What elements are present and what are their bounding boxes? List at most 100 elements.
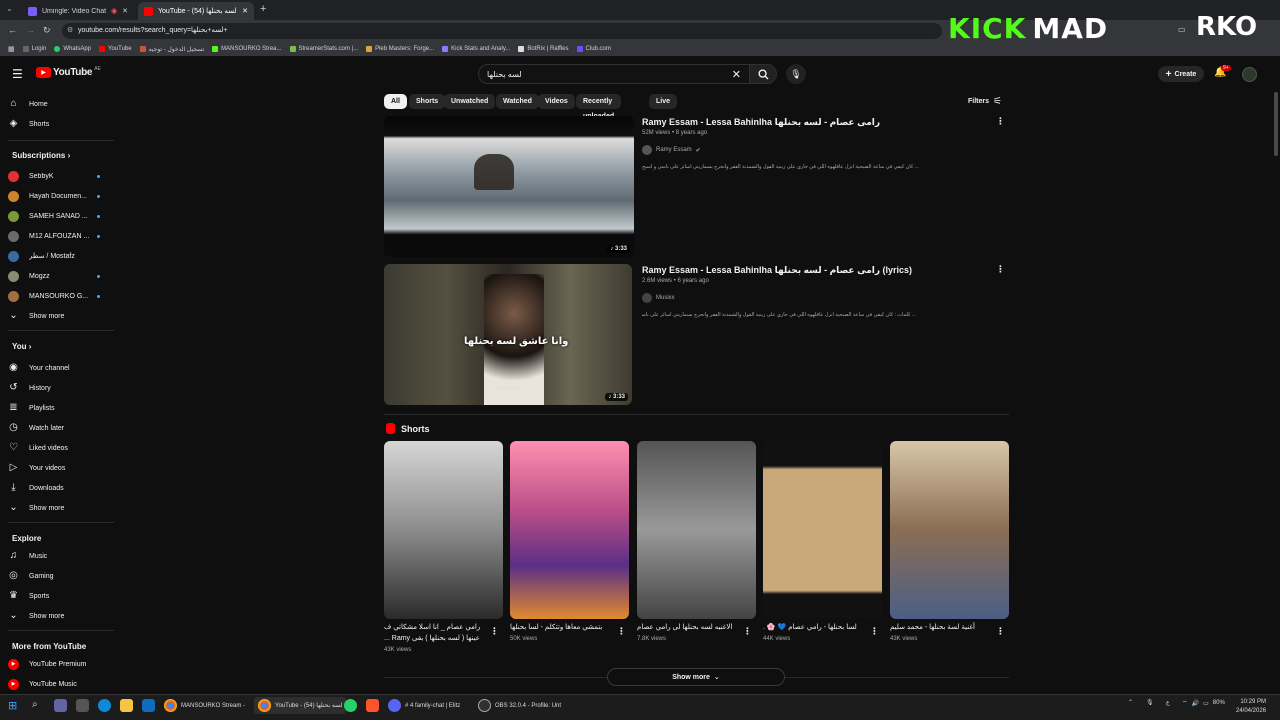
- subscriptions-header[interactable]: Subscriptions ›: [12, 151, 70, 160]
- show-more-button[interactable]: Show more ⌄: [607, 668, 785, 686]
- tab-search-icon[interactable]: ⌄: [6, 4, 13, 13]
- reload-icon[interactable]: ↻: [43, 25, 51, 36]
- taskbar-app-discord[interactable]: # 4 family-chat | Elitz: [388, 699, 460, 712]
- bookmark-kickstats[interactable]: Kick Stats and Analy...: [442, 46, 510, 52]
- forward-icon[interactable]: →: [26, 25, 35, 35]
- scrollbar-thumb[interactable]: [1274, 92, 1278, 156]
- taskbar-pinned-4[interactable]: [120, 699, 133, 712]
- clear-search-icon[interactable]: ✕: [732, 68, 741, 81]
- language-indicator[interactable]: ع: [1166, 699, 1170, 706]
- close-tab-icon[interactable]: ✕: [122, 7, 128, 15]
- bookmark-botrix[interactable]: BotRix | Raffles: [518, 46, 569, 52]
- sidebar-item-sports[interactable]: ♛ Sports: [8, 587, 114, 605]
- chip-videos[interactable]: Videos: [538, 94, 575, 109]
- sidebar-item-history[interactable]: ↺ History: [8, 379, 114, 397]
- taskbar-pinned-2[interactable]: [76, 699, 89, 712]
- subscription-item[interactable]: سطر / Mostafz: [8, 247, 114, 265]
- short-title[interactable]: الاغنيه لسه بحنلها لى رامي عصام: [637, 622, 741, 633]
- filters-button[interactable]: Filters ⚟: [968, 96, 1002, 107]
- sidebar-item-watch-later[interactable]: ◷ Watch later: [8, 419, 114, 437]
- tab-umingle[interactable]: Umingle: Video Chat with S ◉ ✕: [22, 2, 134, 20]
- subscription-item[interactable]: MANSOURKO G...: [8, 287, 114, 305]
- start-button[interactable]: ⊞: [8, 699, 17, 712]
- avatar[interactable]: [1242, 67, 1257, 82]
- short-thumbnail[interactable]: [384, 441, 503, 619]
- video-thumbnail[interactable]: ♪ 3:33: [384, 116, 634, 257]
- search-button[interactable]: [749, 64, 777, 84]
- more-actions-icon[interactable]: ⋮: [996, 116, 1005, 127]
- tray-icons[interactable]: ⌔ 🔊 ▭ 80%: [1182, 699, 1225, 707]
- bookmark-pleb[interactable]: Pleb Masters: Forge...: [366, 46, 434, 52]
- bookmark-login[interactable]: Login: [22, 46, 46, 52]
- subscription-item[interactable]: Hayah Documen...: [8, 187, 114, 205]
- apps-icon[interactable]: ▦: [8, 45, 15, 53]
- taskbar-pinned-3[interactable]: [98, 699, 111, 712]
- subscription-item[interactable]: SAMEH SANAD ...: [8, 207, 114, 225]
- you-header[interactable]: You ›: [12, 342, 31, 351]
- more-from-youtube-header[interactable]: More from YouTube: [12, 642, 86, 651]
- bookmark-login-ar[interactable]: تسجيل الدخول - توجيه: [139, 46, 204, 53]
- back-icon[interactable]: ←: [8, 25, 17, 35]
- sidebar-item-download[interactable]: ⤓ Downloads: [8, 479, 114, 497]
- search-input[interactable]: لسه بحنلها ✕: [478, 64, 750, 84]
- taskbar-pinned-5[interactable]: [142, 699, 155, 712]
- short-thumbnail[interactable]: [763, 441, 882, 619]
- bookmark-whatsapp[interactable]: WhatsApp: [54, 46, 91, 52]
- explore-header[interactable]: Explore: [12, 534, 41, 543]
- notifications-button[interactable]: 🔔 9+: [1214, 65, 1231, 78]
- short-more-icon[interactable]: ⋮: [996, 626, 1005, 637]
- short-title[interactable]: رامي عصام _ انا اسلا مشكاتي ف عينها ( لس…: [384, 622, 488, 644]
- sidebar-item-youtube-product[interactable]: ▶ YouTube Premium: [8, 655, 114, 673]
- address-bar[interactable]: ⚙ youtube.com/results?search_query=لسه+ب…: [62, 23, 942, 39]
- more-actions-icon[interactable]: ⋮: [996, 264, 1005, 275]
- chip-recently-uploaded[interactable]: Recently uploaded: [576, 94, 622, 120]
- short-more-icon[interactable]: ⋮: [617, 626, 626, 637]
- close-tab-icon[interactable]: ✕: [242, 7, 248, 15]
- clock[interactable]: 10:29 PM 24/04/2026: [1236, 698, 1266, 716]
- sidebar-item-like[interactable]: ♡ Liked videos: [8, 439, 114, 457]
- bookmark-streamerstats[interactable]: StreamerStats.com |...: [289, 46, 358, 52]
- short-more-icon[interactable]: ⋮: [490, 626, 499, 637]
- short-title[interactable]: بتمشي معاها وتتكلم - لسا بحنلها: [510, 622, 614, 633]
- show-more-button[interactable]: ⌄ Show more: [8, 307, 114, 325]
- taskbar-brave[interactable]: [366, 699, 379, 712]
- subscription-item[interactable]: SebbyK: [8, 167, 114, 185]
- bookmark-club[interactable]: Club.com: [576, 46, 611, 52]
- video-title[interactable]: Ramy Essam - Lessa Bahinlha رامى عصام - …: [642, 117, 880, 128]
- short-title[interactable]: لسا بحنلها - رامي عصام 💙 🌸 .: [763, 622, 867, 633]
- short-thumbnail[interactable]: [637, 441, 756, 619]
- voice-search-button[interactable]: 🎙: [786, 64, 806, 84]
- new-tab-button[interactable]: +: [260, 3, 266, 15]
- taskbar-app-chrome-1[interactable]: MANSOURKO Stream -: [164, 699, 245, 712]
- sidebar-item-home[interactable]: ⌂ Home: [8, 95, 114, 113]
- taskbar-pinned-1[interactable]: [54, 699, 67, 712]
- sidebar-item-youtube-product[interactable]: ▶ YouTube Music: [8, 675, 114, 693]
- create-button[interactable]: + Create: [1158, 66, 1204, 82]
- cast-icon[interactable]: ▭: [1178, 25, 1186, 34]
- chip-watched[interactable]: Watched: [496, 94, 539, 109]
- tray-chevron-icon[interactable]: ⌃: [1128, 699, 1133, 706]
- short-more-icon[interactable]: ⋮: [870, 626, 879, 637]
- sidebar-item-playlists[interactable]: ≣ Playlists: [8, 399, 114, 417]
- taskbar-search[interactable]: ⌕: [32, 699, 38, 710]
- chip-shorts[interactable]: Shorts: [409, 94, 446, 109]
- site-info-icon[interactable]: ⚙: [67, 23, 73, 39]
- show-more-button[interactable]: ⌄ Show more: [8, 607, 114, 625]
- channel-link[interactable]: Ramy Essam ✔: [642, 145, 701, 155]
- chip-live[interactable]: Live: [649, 94, 678, 109]
- sidebar-item-your-videos[interactable]: ▷ Your videos: [8, 459, 114, 477]
- video-title[interactable]: Ramy Essam - Lessa Bahinlha رامى عصام - …: [642, 265, 912, 276]
- taskbar-app-obs[interactable]: OBS 32.0.4 - Profile: Unt: [478, 699, 561, 712]
- short-thumbnail[interactable]: [510, 441, 629, 619]
- bookmark-youtube[interactable]: YouTube: [99, 46, 132, 52]
- taskbar-whatsapp[interactable]: [344, 699, 357, 712]
- sidebar-item-channel[interactable]: ◉ Your channel: [8, 359, 114, 377]
- short-title[interactable]: أغنية لسة بحنلها - محمد سليم: [890, 622, 994, 633]
- chip-unwatched[interactable]: Unwatched: [444, 94, 496, 109]
- short-thumbnail[interactable]: [890, 441, 1009, 619]
- video-thumbnail[interactable]: وانا عاشق لسه بحنلها Musixx ♪ 3:33: [384, 264, 632, 405]
- show-more-button[interactable]: ⌄ Show more: [8, 499, 114, 517]
- scrollbar[interactable]: [1274, 62, 1278, 694]
- tab-youtube[interactable]: YouTube - لسه بحنلها (54) ✕: [138, 2, 254, 20]
- tray-mic-icon[interactable]: 🎙: [1146, 699, 1154, 706]
